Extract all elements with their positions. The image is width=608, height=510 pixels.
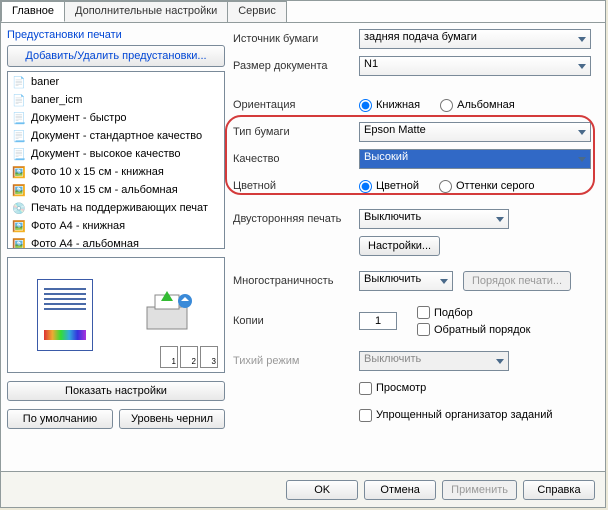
printer-icon: [139, 287, 195, 343]
tab-service[interactable]: Сервис: [227, 1, 287, 22]
tab-bar: Главное Дополнительные настройки Сервис: [1, 1, 605, 23]
color-gray-radio[interactable]: Оттенки серого: [439, 180, 534, 193]
simple-organizer-label: Упрощенный организатор заданий: [376, 409, 553, 421]
dialog-buttons: OK Отмена Применить Справка: [1, 471, 605, 507]
orientation-landscape-radio[interactable]: Альбомная: [440, 99, 515, 112]
reverse-order-label: Обратный порядок: [434, 324, 530, 336]
list-item[interactable]: 🖼️ Фото А4 - альбомная: [9, 235, 223, 249]
presets-title: Предустановки печати: [7, 29, 225, 41]
radio-label: Цветной: [376, 180, 419, 192]
radio-label: Альбомная: [457, 99, 515, 111]
list-item[interactable]: 📄 baner: [9, 73, 223, 91]
ink-levels-button[interactable]: Уровень чернил: [119, 409, 225, 429]
radio-label: Книжная: [376, 99, 420, 111]
list-item[interactable]: 📄 baner_icm: [9, 91, 223, 109]
doc-size-select[interactable]: N1: [359, 56, 591, 76]
duplex-label: Двусторонняя печать: [233, 213, 359, 225]
copies-label: Копии: [233, 315, 359, 327]
multipage-label: Многостраничность: [233, 275, 359, 287]
page-num-icon: 3: [200, 346, 218, 368]
list-item[interactable]: 🖼️ Фото А4 - книжная: [9, 217, 223, 235]
photo-icon: 🖼️: [11, 236, 27, 249]
collate-label: Подбор: [434, 307, 473, 319]
radio-label: Оттенки серого: [456, 180, 534, 192]
doc-icon: 📃: [11, 110, 27, 126]
page-num-icon: 1: [160, 346, 178, 368]
simple-organizer-checkbox[interactable]: [359, 409, 372, 422]
paper-source-label: Источник бумаги: [233, 33, 359, 45]
copies-input[interactable]: [359, 312, 397, 330]
list-item-label: Фото 10 x 15 см - книжная: [31, 166, 164, 178]
page-order-icons: 1 2 3: [160, 346, 218, 368]
quiet-mode-label: Тихий режим: [233, 355, 359, 367]
color-color-radio[interactable]: Цветной: [359, 180, 419, 193]
list-item[interactable]: 🖼️ Фото 10 x 15 см - альбомная: [9, 181, 223, 199]
duplex-select[interactable]: Выключить: [359, 209, 509, 229]
preview-panel: 1 2 3: [7, 257, 225, 373]
list-item-label: baner: [31, 76, 59, 88]
quality-select[interactable]: Высокий: [359, 149, 591, 169]
tab-main[interactable]: Главное: [1, 1, 65, 22]
list-item-label: Фото 10 x 15 см - альбомная: [31, 184, 178, 196]
orientation-portrait-radio[interactable]: Книжная: [359, 99, 420, 112]
quality-label: Качество: [233, 153, 359, 165]
paper-type-select[interactable]: Epson Matte: [359, 122, 591, 142]
print-order-button: Порядок печати...: [463, 271, 571, 291]
disc-icon: 💿: [11, 200, 27, 216]
page-icon: 📄: [11, 92, 27, 108]
photo-icon: 🖼️: [11, 182, 27, 198]
help-button[interactable]: Справка: [523, 480, 595, 500]
list-item-label: Фото А4 - книжная: [31, 220, 125, 232]
settings-button[interactable]: Настройки...: [359, 236, 440, 256]
list-item[interactable]: 💿 Печать на поддерживающих печат: [9, 199, 223, 217]
multipage-select[interactable]: Выключить: [359, 271, 453, 291]
list-item-label: Документ - быстро: [31, 112, 127, 124]
paper-type-label: Тип бумаги: [233, 126, 359, 138]
document-preview-icon: [37, 279, 93, 351]
list-item-label: Документ - стандартное качество: [31, 130, 202, 142]
ok-button[interactable]: OK: [286, 480, 358, 500]
list-item[interactable]: 📃 Документ - быстро: [9, 109, 223, 127]
quiet-mode-select: Выключить: [359, 351, 509, 371]
reverse-order-checkbox[interactable]: [417, 323, 430, 336]
color-label: Цветной: [233, 180, 359, 192]
list-item[interactable]: 📃 Документ - стандартное качество: [9, 127, 223, 145]
paper-source-select[interactable]: задняя подача бумаги: [359, 29, 591, 49]
preview-checkbox[interactable]: [359, 382, 372, 395]
apply-button: Применить: [442, 480, 517, 500]
list-item[interactable]: 🖼️ Фото 10 x 15 см - книжная: [9, 163, 223, 181]
collate-checkbox[interactable]: [417, 306, 430, 319]
tab-advanced[interactable]: Дополнительные настройки: [64, 1, 228, 22]
list-item-label: Документ - высокое качество: [31, 148, 180, 160]
page-icon: 📄: [11, 74, 27, 90]
orientation-label: Ориентация: [233, 99, 359, 111]
list-item-label: Фото А4 - альбомная: [31, 238, 139, 249]
list-item-label: baner_icm: [31, 94, 82, 106]
doc-icon: 📃: [11, 128, 27, 144]
cancel-button[interactable]: Отмена: [364, 480, 436, 500]
add-remove-presets-button[interactable]: Добавить/Удалить предустановки...: [7, 45, 225, 67]
preset-list[interactable]: 📄 baner 📄 baner_icm 📃 Документ - быстро 📃 До…: [7, 71, 225, 249]
doc-size-label: Размер документа: [233, 60, 359, 72]
doc-icon: 📃: [11, 146, 27, 162]
show-settings-button[interactable]: Показать настройки: [7, 381, 225, 401]
photo-icon: 🖼️: [11, 164, 27, 180]
list-item-label: Печать на поддерживающих печат: [31, 202, 208, 214]
list-item[interactable]: 📃 Документ - высокое качество: [9, 145, 223, 163]
page-num-icon: 2: [180, 346, 198, 368]
preview-label: Просмотр: [376, 382, 426, 394]
defaults-button[interactable]: По умолчанию: [7, 409, 113, 429]
photo-icon: 🖼️: [11, 218, 27, 234]
